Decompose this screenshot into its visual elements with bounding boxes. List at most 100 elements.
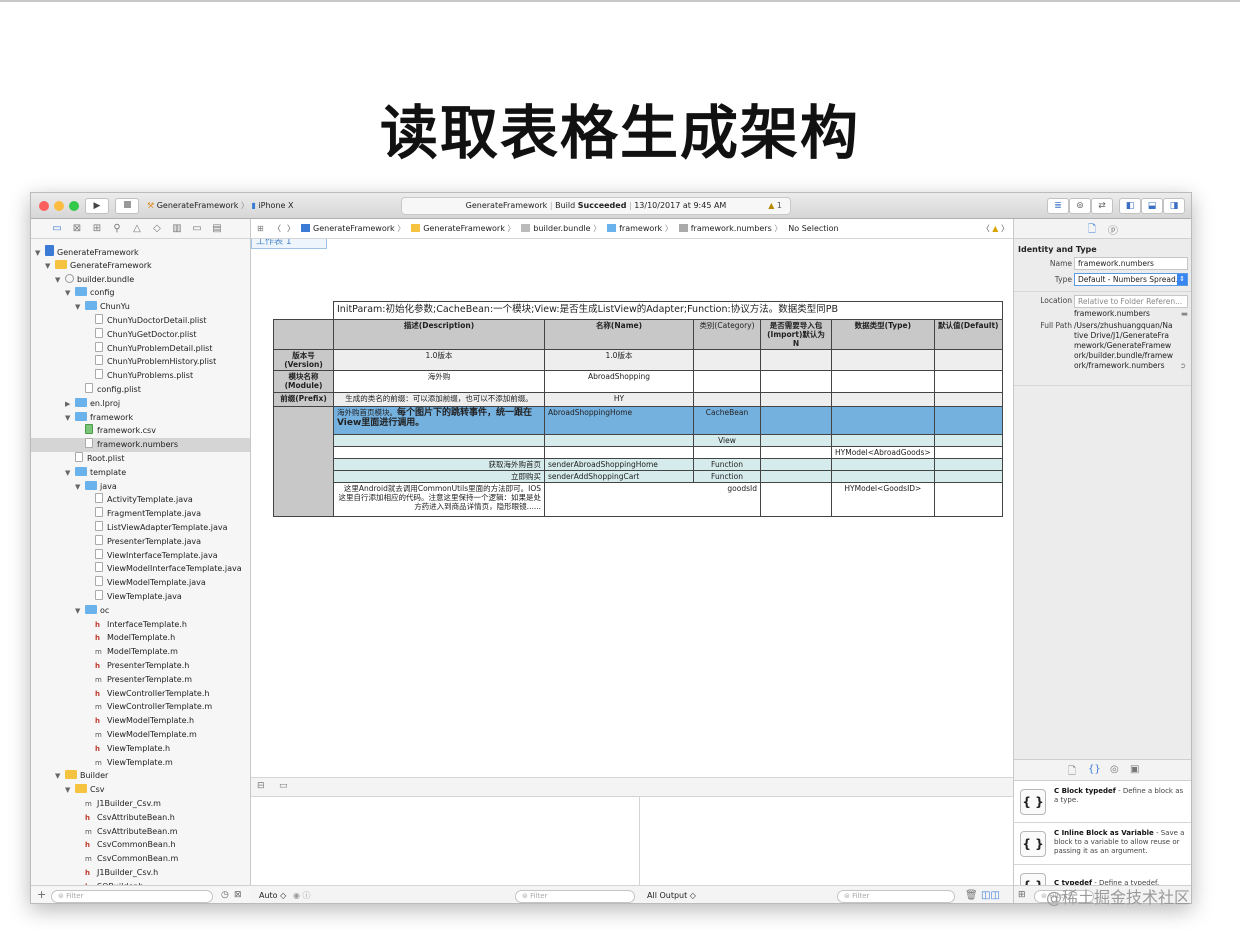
disclosure-open-icon[interactable]: ▼ xyxy=(65,466,75,480)
hierarchy-icon[interactable]: ⊞ xyxy=(91,223,103,235)
tree-item[interactable]: ViewModelInterfaceTemplate.java xyxy=(31,562,250,576)
eye-icon[interactable]: ◉ ⓘ xyxy=(293,886,311,903)
help-icon[interactable]: ⓟ xyxy=(1108,222,1118,237)
warning-badge[interactable]: ▲ 1 xyxy=(768,198,782,214)
media-library-icon[interactable]: ▣ xyxy=(1130,764,1139,775)
output-select[interactable]: All Output ◇ xyxy=(647,886,696,903)
disclosure-open-icon[interactable]: ▼ xyxy=(65,286,75,300)
breadcrumb-item[interactable]: framework.numbers 〉 xyxy=(678,224,782,233)
tree-item[interactable]: ▼ ChunYu xyxy=(31,300,250,314)
variables-filter-input[interactable]: ⊜ Filter xyxy=(515,890,635,903)
console-filter-input[interactable]: ⊜ Filter xyxy=(837,890,955,903)
close-button[interactable] xyxy=(39,201,49,211)
tree-item[interactable]: m ViewTemplate.m xyxy=(31,756,250,770)
tree-item[interactable]: ▼ java xyxy=(31,480,250,494)
library-item[interactable]: { } C Inline Block as Variable - Save a … xyxy=(1014,823,1191,865)
zoom-button[interactable] xyxy=(69,201,79,211)
disclosure-closed-icon[interactable]: ▶ xyxy=(65,397,75,411)
disclosure-open-icon[interactable]: ▼ xyxy=(55,273,65,287)
tree-item[interactable]: h ModelTemplate.h xyxy=(31,631,250,645)
report-icon[interactable]: ▤ xyxy=(211,223,223,235)
recent-icon[interactable]: ◷ xyxy=(221,890,229,900)
tree-item[interactable]: ViewModelTemplate.java xyxy=(31,576,250,590)
navigator-filter-input[interactable]: ⊜ Filter xyxy=(51,890,213,903)
breadcrumb-item[interactable]: No Selection xyxy=(788,224,838,233)
tree-item[interactable]: ChunYuProblemDetail.plist xyxy=(31,341,250,356)
tree-item[interactable]: m CsvAttributeBean.m xyxy=(31,825,250,839)
tree-item[interactable]: PresenterTemplate.java xyxy=(31,534,250,549)
library-item[interactable]: { } C Block typedef - Define a block as … xyxy=(1014,781,1191,823)
disclosure-open-icon[interactable]: ▼ xyxy=(55,769,65,783)
stop-button[interactable] xyxy=(115,198,139,214)
scheme-selector[interactable]: ⚒ GenerateFramework 〉 ▮ iPhone X xyxy=(147,198,293,214)
search-icon[interactable]: ⚲ xyxy=(111,223,123,235)
version-editor-button[interactable]: ⇄ xyxy=(1091,198,1113,214)
tree-item[interactable]: h ViewModelTemplate.h xyxy=(31,714,250,728)
tree-item[interactable]: framework.csv xyxy=(31,424,250,438)
scm-filter-icon[interactable]: ⊠ xyxy=(234,890,242,900)
breakpoints-toggle-icon[interactable]: ▭ xyxy=(279,781,288,791)
breadcrumb-item[interactable]: GenerateFramework 〉 xyxy=(301,224,405,233)
tree-item[interactable]: Root.plist xyxy=(31,452,250,466)
tree-item[interactable]: ▼ framework xyxy=(31,411,250,425)
breadcrumb-item[interactable]: framework 〉 xyxy=(607,224,673,233)
file-inspector-icon[interactable]: 🗋 xyxy=(1088,222,1096,239)
breakpoint-icon[interactable]: ▭ xyxy=(191,223,203,235)
assistant-editor-button[interactable]: ⊚ xyxy=(1069,198,1091,214)
tree-item[interactable]: ▼ Csv xyxy=(31,783,250,797)
issue-navigator-icon[interactable]: 〈 ▲ 〉 xyxy=(982,219,1009,239)
test-icon[interactable]: ◇ xyxy=(151,223,163,235)
disclosure-open-icon[interactable]: ▼ xyxy=(65,783,75,797)
tree-item[interactable]: h InterfaceTemplate.h xyxy=(31,618,250,632)
code-snippet-icon[interactable]: {} xyxy=(1088,764,1101,775)
breadcrumb-item[interactable]: builder.bundle 〉 xyxy=(521,224,601,233)
tree-item[interactable]: m ViewControllerTemplate.m xyxy=(31,700,250,714)
tree-item[interactable]: ▼ Builder xyxy=(31,769,250,783)
tree-item[interactable]: ListViewAdapterTemplate.java xyxy=(31,521,250,535)
trash-icon[interactable]: 🗑 xyxy=(965,886,978,903)
tree-item[interactable]: h J1Builder_Csv.h xyxy=(31,866,250,880)
tree-item[interactable]: ▼ template xyxy=(31,466,250,480)
standard-editor-button[interactable]: ≣ xyxy=(1047,198,1069,214)
sheet-tab[interactable]: 工作表 1 xyxy=(251,239,327,249)
tree-item[interactable]: ChunYuDoctorDetail.plist xyxy=(31,314,250,328)
disclosure-open-icon[interactable]: ▼ xyxy=(75,480,85,494)
tree-item[interactable]: h PresenterTemplate.h xyxy=(31,659,250,673)
debug-icon[interactable]: ▥ xyxy=(171,223,183,235)
tree-item[interactable]: ▶ en.lproj xyxy=(31,397,250,411)
run-button[interactable]: ▶ xyxy=(85,198,109,214)
tree-item[interactable]: m PresenterTemplate.m xyxy=(31,673,250,687)
tree-item[interactable]: m J1Builder_Csv.m xyxy=(31,797,250,811)
tree-item[interactable]: ▼ oc xyxy=(31,604,250,618)
tree-item[interactable]: ActivityTemplate.java xyxy=(31,493,250,507)
tree-item[interactable]: ▼ config xyxy=(31,286,250,300)
source-control-icon[interactable]: ⊠ xyxy=(71,223,83,235)
tree-item[interactable]: h CsvCommonBean.h xyxy=(31,838,250,852)
tree-item[interactable]: m CsvCommonBean.m xyxy=(31,852,250,866)
minimize-button[interactable] xyxy=(54,201,64,211)
split-view-icon[interactable]: ◫◫ xyxy=(981,886,1000,903)
tree-item[interactable]: ViewInterfaceTemplate.java xyxy=(31,548,250,563)
tree-item[interactable]: FragmentTemplate.java xyxy=(31,507,250,521)
tree-item[interactable]: m ViewModelTemplate.m xyxy=(31,728,250,742)
tree-item[interactable]: ▼ GenerateFramework xyxy=(31,259,250,273)
name-field[interactable]: framework.numbers xyxy=(1074,257,1188,270)
issue-icon[interactable]: △ xyxy=(131,223,143,235)
tree-item[interactable]: config.plist xyxy=(31,383,250,397)
tree-item[interactable]: ChunYuProblems.plist xyxy=(31,369,250,383)
folder-icon[interactable]: ▭ xyxy=(51,223,63,235)
tree-item[interactable]: h CsvAttributeBean.h xyxy=(31,811,250,825)
toggle-debug-button[interactable]: ⬓ xyxy=(1141,198,1163,214)
disclosure-open-icon[interactable]: ▼ xyxy=(75,300,85,314)
disclosure-open-icon[interactable]: ▼ xyxy=(65,411,75,425)
forward-icon[interactable]: 〉 xyxy=(287,219,295,239)
tree-item[interactable]: h ViewControllerTemplate.h xyxy=(31,687,250,701)
tree-item[interactable]: ▼ builder.bundle xyxy=(31,273,250,287)
tree-item[interactable]: ViewTemplate.java xyxy=(31,590,250,604)
breadcrumb-item[interactable]: GenerateFramework 〉 xyxy=(411,224,515,233)
back-icon[interactable]: 〈 xyxy=(273,219,281,239)
toggle-navigator-button[interactable]: ◧ xyxy=(1119,198,1141,214)
related-items-icon[interactable]: ⊞ xyxy=(257,219,264,239)
type-select[interactable]: Default - Numbers Spread... ⇕ xyxy=(1074,273,1188,286)
tree-item[interactable]: m ModelTemplate.m xyxy=(31,645,250,659)
